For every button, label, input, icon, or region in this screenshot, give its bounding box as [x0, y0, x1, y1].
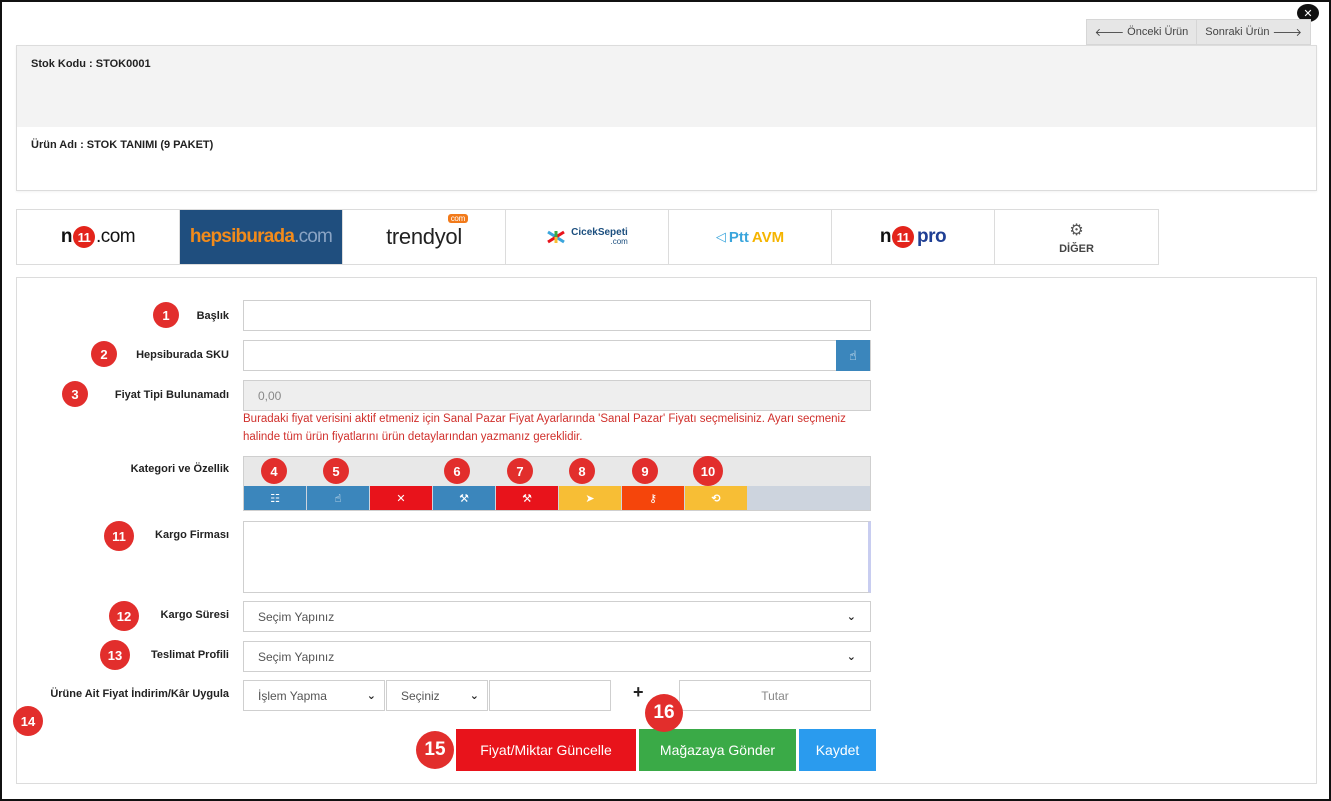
kategori-label: Kategori ve Özellik	[130, 463, 229, 475]
baslik-input[interactable]	[243, 300, 871, 331]
marketplace-form: 1 Başlık 2 Hepsiburada SKU ☝ 3 Fiyat Tip…	[13, 277, 1317, 784]
arrow-right-icon: 🡒	[1272, 27, 1303, 39]
marker-4: 4	[261, 458, 287, 484]
plus-icon: +	[633, 682, 644, 702]
save-button[interactable]: Kaydet	[799, 729, 876, 771]
chevron-down-icon: ⌄	[846, 611, 856, 623]
marker-15: 15	[416, 731, 454, 769]
marketplace-tabs: n 11 .com hepsiburada.com trendyol com Cice…	[16, 209, 1159, 265]
tutar-input[interactable]: Tutar	[679, 680, 871, 711]
sku-input[interactable]: ☝	[243, 340, 871, 371]
arrow-left-icon: 🡐	[1094, 27, 1125, 39]
close-icon: ✕	[396, 492, 406, 505]
update-price-qty-button[interactable]: Fiyat/Miktar Güncelle	[456, 729, 636, 771]
flower-icon	[547, 230, 565, 244]
paper-plane-icon: ➤	[585, 492, 595, 505]
chevron-down-icon: ⌄	[366, 690, 376, 702]
hepsiburada-logo: hepsiburada.com	[189, 226, 333, 247]
marker-3: 3	[62, 381, 88, 407]
next-product-button[interactable]: Sonraki Ürün 🡒	[1197, 19, 1311, 45]
marker-6: 6	[444, 458, 470, 484]
category-button-2[interactable]: ☝	[307, 486, 369, 510]
category-buttons: ☷ ☝ ✕ ⚒ ⚒ ➤ ⚷ ⟲	[244, 486, 870, 510]
fiyat-input: 0,00	[243, 380, 871, 411]
kargo-firma-label: Kargo Firması	[155, 529, 229, 541]
kargo-firma-select[interactable]	[243, 521, 871, 593]
category-button-3[interactable]: ✕	[370, 486, 432, 510]
marker-9: 9	[632, 458, 658, 484]
category-button-4[interactable]: ⚒	[433, 486, 495, 510]
tab-diger[interactable]: ⚙ DİĞER	[995, 210, 1158, 264]
sku-label: Hepsiburada SKU	[136, 349, 229, 361]
product-name: Ürün Adı : STOK TANIMI (9 PAKET)	[31, 139, 214, 151]
tab-pttavm[interactable]: ◁ Ptt AVM	[669, 210, 832, 264]
history-icon: ⟲	[711, 492, 721, 505]
fiyat-label: Fiyat Tipi Bulunamadı	[114, 389, 229, 401]
ladybug-icon: 11	[892, 226, 914, 248]
category-button-7[interactable]: ⚷	[622, 486, 684, 510]
islem-select[interactable]: İşlem Yapma ⌄	[243, 680, 385, 711]
indirim-label: Ürüne Ait Fiyat İndirim/Kâr Uygula	[50, 688, 229, 700]
tab-n11pro[interactable]: n 11 pro	[832, 210, 995, 264]
magic-wand-icon: ⚒	[522, 492, 532, 505]
marker-1: 1	[153, 302, 179, 328]
tab-n11[interactable]: n 11 .com	[17, 210, 180, 264]
previous-product-button[interactable]: 🡐 Önceki Ürün	[1085, 19, 1198, 45]
kargo-sure-select[interactable]: Seçim Yapınız ⌄	[243, 601, 871, 632]
sku-select-button[interactable]: ☝	[836, 340, 870, 371]
n11pro-logo: n 11 pro	[879, 226, 947, 248]
category-button-5[interactable]: ⚒	[496, 486, 558, 510]
marker-16: 16	[645, 694, 683, 732]
eye-icon: ◁	[715, 229, 726, 244]
teslimat-select[interactable]: Seçim Yapınız ⌄	[243, 641, 871, 672]
sliders-icon: ☷	[270, 492, 280, 505]
hand-pointer-icon: ☝	[849, 347, 857, 363]
product-navigation: 🡐 Önceki Ürün Sonraki Ürün 🡒	[1085, 19, 1311, 45]
marker-2: 2	[91, 341, 117, 367]
ciceksepeti-logo: CicekSepeti .com	[546, 228, 628, 246]
gears-icon: ⚙	[1069, 221, 1084, 239]
teslimat-label: Teslimat Profili	[150, 649, 229, 661]
send-to-store-button[interactable]: Mağazaya Gönder	[639, 729, 796, 771]
ladybug-icon: 11	[72, 226, 95, 248]
category-button-6[interactable]: ➤	[559, 486, 621, 510]
secim-select[interactable]: Seçiniz ⌄	[386, 680, 488, 711]
marker-12: 12	[109, 601, 139, 631]
key-icon: ⚷	[648, 492, 658, 505]
marker-13: 13	[100, 640, 130, 670]
chevron-down-icon: ⌄	[846, 651, 856, 663]
hand-pointer-icon: ☝	[334, 492, 342, 505]
marker-11: 11	[104, 521, 134, 551]
n11-logo: n 11 .com	[60, 226, 136, 248]
trendyol-logo: trendyol com	[386, 214, 468, 250]
amount-input[interactable]	[489, 680, 611, 711]
marker-5: 5	[323, 458, 349, 484]
marker-8: 8	[569, 458, 595, 484]
tab-hepsiburada[interactable]: hepsiburada.com	[180, 210, 343, 264]
stock-code: Stok Kodu : STOK0001	[17, 46, 1316, 127]
marker-14: 14	[13, 706, 43, 736]
magic-wand-icon: ⚒	[459, 492, 469, 505]
tab-trendyol[interactable]: trendyol com	[343, 210, 506, 264]
marker-7: 7	[507, 458, 533, 484]
product-info-panel: Stok Kodu : STOK0001 Ürün Adı : STOK TAN…	[16, 45, 1317, 191]
tab-ciceksepeti[interactable]: CicekSepeti .com	[506, 210, 669, 264]
product-edit-modal: ✕ 🡐 Önceki Ürün Sonraki Ürün 🡒 Stok Kodu…	[0, 0, 1331, 801]
chevron-down-icon: ⌄	[469, 690, 479, 702]
pttavm-logo: ◁ Ptt AVM	[715, 228, 785, 246]
kargo-sure-label: Kargo Süresi	[160, 609, 229, 621]
marker-10: 10	[693, 456, 723, 486]
category-button-8[interactable]: ⟲	[685, 486, 747, 510]
baslik-label: Başlık	[196, 310, 229, 322]
price-warning-text: Buradaki fiyat verisini aktif etmeniz iç…	[243, 413, 846, 443]
category-button-1[interactable]: ☷	[244, 486, 306, 510]
